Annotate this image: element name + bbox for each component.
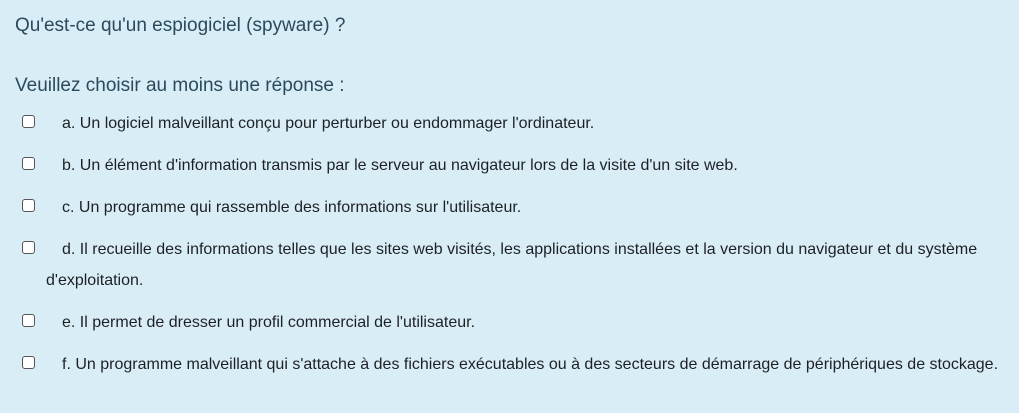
answer-prompt: Veuillez choisir au moins une réponse : (15, 75, 345, 96)
answer-label-a[interactable]: a. Un logiciel malveillant conçu pour pe… (22, 108, 1012, 139)
answer-label-f[interactable]: f. Un programme malveillant qui s'attach… (22, 349, 1012, 380)
answer-checkbox-b[interactable] (22, 157, 35, 170)
answer-option-b[interactable]: b. Un élément d'information transmis par… (22, 150, 1012, 181)
answer-label-d[interactable]: d. Il recueille des informations telles … (22, 234, 1012, 296)
answer-option-c[interactable]: c. Un programme qui rassemble des inform… (22, 192, 1012, 223)
answer-label-b[interactable]: b. Un élément d'information transmis par… (22, 150, 1012, 181)
question-text: Qu'est-ce qu'un espiogiciel (spyware) ? (15, 15, 346, 36)
answer-checkbox-f[interactable] (22, 356, 35, 369)
answer-checkbox-c[interactable] (22, 199, 35, 212)
answer-checkbox-a[interactable] (22, 115, 35, 128)
answer-list: a. Un logiciel malveillant conçu pour pe… (22, 108, 1012, 391)
answer-option-f[interactable]: f. Un programme malveillant qui s'attach… (22, 349, 1012, 380)
answer-label-e[interactable]: e. Il permet de dresser un profil commer… (22, 307, 1012, 338)
answer-option-d[interactable]: d. Il recueille des informations telles … (22, 234, 1012, 296)
answer-checkbox-e[interactable] (22, 314, 35, 327)
answer-option-e[interactable]: e. Il permet de dresser un profil commer… (22, 307, 1012, 338)
answer-label-c[interactable]: c. Un programme qui rassemble des inform… (22, 192, 1012, 223)
answer-option-a[interactable]: a. Un logiciel malveillant conçu pour pe… (22, 108, 1012, 139)
answer-checkbox-d[interactable] (22, 241, 35, 254)
